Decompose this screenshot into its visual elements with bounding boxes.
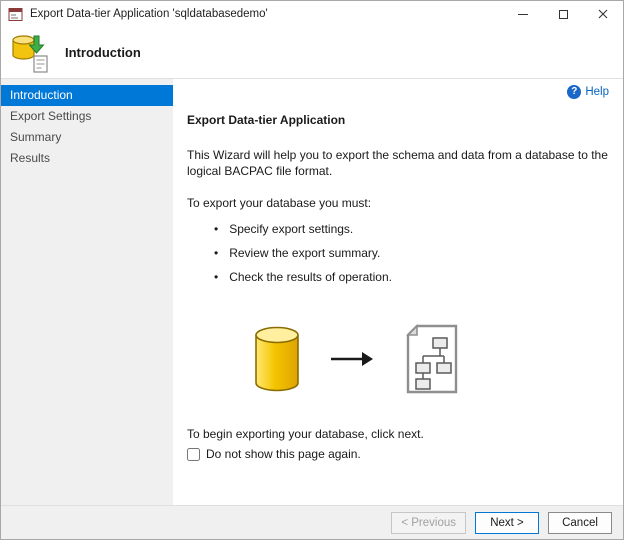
export-illustration xyxy=(253,323,609,395)
close-button[interactable] xyxy=(583,1,623,27)
window-title: Export Data-tier Application 'sqldatabas… xyxy=(30,8,503,20)
list-item: Check the results of operation. xyxy=(214,270,609,285)
wizard-steps-sidebar: Introduction Export Settings Summary Res… xyxy=(1,79,173,505)
help-label: Help xyxy=(585,86,609,98)
window-controls xyxy=(503,1,623,27)
minimize-button[interactable] xyxy=(503,1,543,27)
maximize-button[interactable] xyxy=(543,1,583,27)
wizard-footer: < Previous Next > Cancel xyxy=(1,505,623,539)
help-link[interactable]: ? Help xyxy=(567,85,609,99)
maximize-icon xyxy=(559,10,568,19)
minimize-icon xyxy=(518,14,528,15)
page-title: Introduction xyxy=(65,45,141,60)
requirements-label: To export your database you must: xyxy=(187,196,609,210)
cancel-button[interactable]: Cancel xyxy=(548,512,612,534)
export-database-icon xyxy=(10,32,50,74)
bacpac-file-icon xyxy=(403,323,461,395)
wizard-body: Introduction Export Settings Summary Res… xyxy=(1,79,623,505)
dont-show-again-label: Do not show this page again. xyxy=(206,447,361,461)
begin-instruction: To begin exporting your database, click … xyxy=(187,427,609,441)
export-wizard-window: Export Data-tier Application 'sqldatabas… xyxy=(0,0,624,540)
list-item: Specify export settings. xyxy=(214,222,609,237)
list-item: Review the export summary. xyxy=(214,246,609,261)
help-icon: ? xyxy=(567,85,581,99)
content-heading: Export Data-tier Application xyxy=(187,113,609,127)
wizard-content: ? Help Export Data-tier Application This… xyxy=(173,79,623,505)
titlebar: Export Data-tier Application 'sqldatabas… xyxy=(1,1,623,27)
wizard-header: Introduction xyxy=(1,27,623,79)
previous-button[interactable]: < Previous xyxy=(391,512,466,534)
sidebar-item-results[interactable]: Results xyxy=(1,148,173,169)
intro-text: This Wizard will help you to export the … xyxy=(187,147,609,179)
next-button[interactable]: Next > xyxy=(475,512,539,534)
dont-show-again-checkbox[interactable] xyxy=(187,448,200,461)
requirements-list: Specify export settings. Review the expo… xyxy=(187,222,609,285)
sidebar-item-introduction[interactable]: Introduction xyxy=(1,85,173,106)
arrow-right-icon xyxy=(329,349,375,369)
close-icon xyxy=(598,9,608,19)
dont-show-again-row: Do not show this page again. xyxy=(187,447,609,461)
database-cylinder-icon xyxy=(253,325,301,393)
app-icon xyxy=(8,7,23,22)
sidebar-item-summary[interactable]: Summary xyxy=(1,127,173,148)
sidebar-item-export-settings[interactable]: Export Settings xyxy=(1,106,173,127)
